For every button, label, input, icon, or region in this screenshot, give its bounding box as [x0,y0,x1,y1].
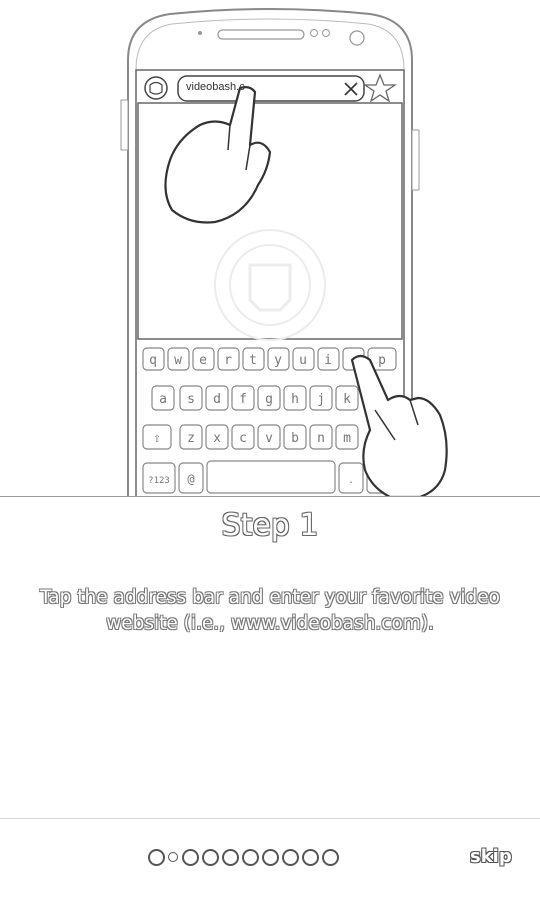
svg-text:a: a [159,392,167,407]
svg-text:m: m [343,431,351,446]
svg-text:p: p [378,353,386,368]
page-dot-10[interactable] [322,848,339,866]
svg-text:w: w [174,353,182,368]
svg-text:c: c [239,431,247,446]
page-dot-7[interactable] [262,848,279,866]
page-dot-2[interactable] [168,852,178,862]
svg-text:@: @ [187,472,194,486]
svg-text:z: z [187,431,195,446]
svg-text:t: t [249,353,257,368]
address-bar-text: videobash.c [186,81,245,93]
svg-text:v: v [265,431,273,446]
svg-text:.: . [348,475,354,486]
svg-text:n: n [317,431,325,446]
page-dot-1[interactable] [148,848,165,866]
svg-text:?123: ?123 [148,476,170,486]
page-dot-8[interactable] [282,848,299,866]
footer-divider [0,818,540,819]
svg-text:g: g [265,392,273,407]
svg-text:r: r [224,353,232,368]
svg-text:j: j [317,392,325,407]
svg-text:y: y [274,353,282,368]
svg-text:x: x [213,431,221,446]
step-description: Tap the address bar and enter your favor… [40,587,500,634]
svg-text:d: d [213,392,221,407]
svg-text:f: f [239,392,247,407]
svg-text:s: s [187,392,195,407]
svg-text:q: q [149,353,157,368]
svg-text:⇧: ⇧ [153,431,161,446]
svg-text:i: i [324,353,332,368]
phone-illustration: qwe rty uip asd fgh jk ⇧ z x cvb nm ?123 @ … [120,8,448,497]
page-indicator [148,846,342,868]
page-dot-5[interactable] [222,848,239,866]
svg-text:k: k [343,392,351,407]
svg-text:u: u [299,353,307,368]
page-dot-6[interactable] [242,848,259,866]
svg-text:e: e [199,353,207,368]
tutorial-illustration: qwe rty uip asd fgh jk ⇧ z x cvb nm ?123 @ … [0,0,540,497]
page-dot-9[interactable] [302,848,319,866]
svg-text:h: h [291,392,299,407]
step-title: Step 1 [221,508,319,543]
illustration-divider [0,496,540,497]
page-dot-4[interactable] [202,848,219,866]
menu-icon [144,76,168,100]
skip-button[interactable]: skip [470,846,512,867]
svg-text:b: b [291,431,299,446]
page-dot-3[interactable] [182,848,199,866]
